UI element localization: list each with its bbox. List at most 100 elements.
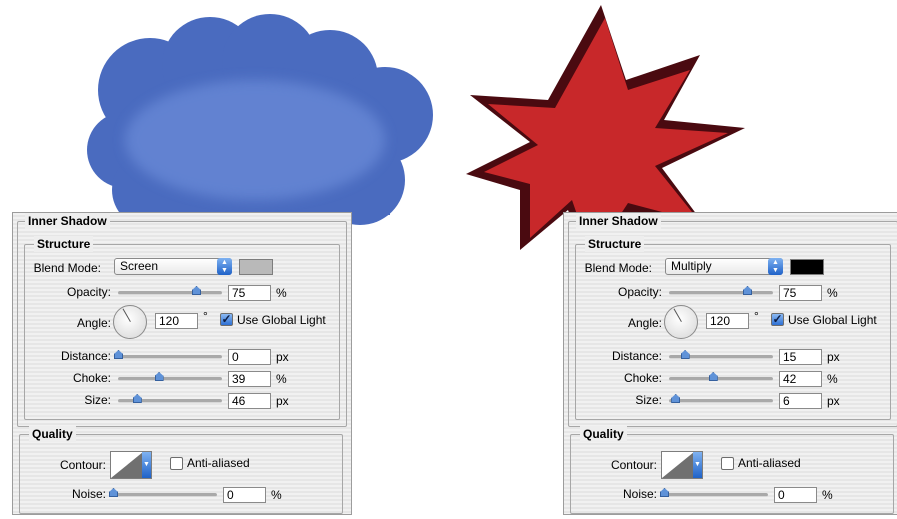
choke-label: Choke: [72, 371, 111, 385]
opacity-input[interactable]: 75 [228, 285, 271, 301]
anti-aliased-label: Anti-aliased [738, 456, 801, 470]
distance-input[interactable]: 0 [228, 349, 271, 365]
size-label: Size: [635, 393, 662, 407]
distance-unit: px [276, 350, 289, 364]
quality-group: Quality Contour: ▼ Anti-aliased Noise: 0… [570, 426, 897, 514]
anti-aliased-checkbox[interactable] [170, 457, 183, 470]
use-global-light-label: Use Global Light [237, 313, 326, 327]
structure-group: Structure Blend Mode: Multiply ▲ ▼ Opacit… [575, 236, 891, 420]
size-input[interactable]: 6 [779, 393, 822, 409]
size-input[interactable]: 46 [228, 393, 271, 409]
angle-label: Angle: [627, 316, 662, 330]
slider-thumb-icon[interactable] [132, 394, 142, 403]
shadow-color-swatch[interactable] [790, 259, 824, 275]
angle-unit: ° [754, 309, 759, 323]
size-slider[interactable] [118, 394, 222, 403]
inner-shadow-panel-right: Inner Shadow Structure Blend Mode: Multi… [563, 212, 897, 515]
slider-thumb-icon[interactable] [192, 286, 201, 295]
use-global-light-label: Use Global Light [788, 313, 877, 327]
blend-mode-value: Screen [120, 259, 159, 273]
quality-title: Quality [580, 426, 627, 442]
noise-unit: % [271, 488, 282, 502]
distance-label: Distance: [611, 349, 662, 363]
distance-input[interactable]: 15 [779, 349, 822, 365]
contour-label: Contour: [610, 458, 657, 472]
blend-mode-label: Blend Mode: [584, 261, 652, 275]
choke-input[interactable]: 42 [779, 371, 822, 387]
size-slider[interactable] [669, 394, 773, 403]
contour-row: Contour: ▼ Anti-aliased [571, 451, 897, 479]
contour-curve-icon [111, 452, 143, 478]
angle-unit: ° [203, 309, 208, 323]
choke-label: Choke: [623, 371, 662, 385]
chevron-updown-icon: ▲ ▼ [768, 258, 783, 275]
contour-label: Contour: [59, 458, 106, 472]
use-global-light-checkbox[interactable]: ✓ [220, 313, 233, 326]
distance-row: Distance: 15 px [576, 345, 897, 367]
anti-aliased-checkbox[interactable] [721, 457, 734, 470]
slider-thumb-icon[interactable] [114, 350, 123, 359]
opacity-unit: % [276, 286, 287, 300]
size-unit: px [276, 394, 289, 408]
choke-row: Choke: 42 % [576, 367, 897, 389]
slider-thumb-icon[interactable] [109, 488, 118, 497]
contour-picker[interactable]: ▼ [661, 451, 703, 479]
noise-unit: % [822, 488, 833, 502]
angle-row: Angle: 120 ° ✓ Use Global Light [576, 305, 897, 339]
opacity-row: Opacity: 75 % [576, 281, 897, 303]
slider-thumb-icon[interactable] [680, 350, 690, 359]
choke-row: Choke: 39 % [25, 367, 355, 389]
choke-slider[interactable] [669, 372, 773, 381]
size-label: Size: [84, 393, 111, 407]
structure-title: Structure [34, 236, 94, 252]
angle-input[interactable]: 120 [706, 313, 749, 329]
distance-label: Distance: [60, 349, 111, 363]
opacity-slider[interactable] [669, 286, 773, 295]
opacity-input[interactable]: 75 [779, 285, 822, 301]
noise-slider[interactable] [660, 488, 768, 497]
slider-thumb-icon[interactable] [154, 372, 164, 381]
opacity-slider[interactable] [118, 286, 222, 295]
angle-label: Angle: [76, 316, 111, 330]
blend-mode-select[interactable]: Screen ▲ ▼ [114, 258, 232, 275]
quality-group: Quality Contour: ▼ Anti-aliased Noise: 0… [19, 426, 343, 514]
distance-slider[interactable] [114, 350, 222, 359]
shadow-color-swatch[interactable] [239, 259, 273, 275]
noise-input[interactable]: 0 [223, 487, 266, 503]
structure-title: Structure [585, 236, 645, 252]
angle-dial-icon[interactable] [664, 305, 698, 339]
slider-thumb-icon[interactable] [708, 372, 718, 381]
slider-thumb-icon[interactable] [743, 286, 752, 295]
contour-picker[interactable]: ▼ [110, 451, 152, 479]
slider-thumb-icon[interactable] [660, 488, 669, 497]
opacity-row: Opacity: 75 % [25, 281, 355, 303]
slider-thumb-icon[interactable] [671, 394, 681, 403]
angle-dial-icon[interactable] [113, 305, 147, 339]
blend-mode-row: Blend Mode: Multiply ▲ ▼ [576, 257, 897, 279]
choke-unit: % [276, 372, 287, 386]
distance-row: Distance: 0 px [25, 345, 355, 367]
opacity-label: Opacity: [617, 285, 662, 299]
quality-title: Quality [29, 426, 76, 442]
size-unit: px [827, 394, 840, 408]
blend-mode-value: Multiply [671, 259, 712, 273]
use-global-light-checkbox[interactable]: ✓ [771, 313, 784, 326]
distance-slider[interactable] [669, 350, 773, 359]
noise-slider[interactable] [109, 488, 217, 497]
contour-row: Contour: ▼ Anti-aliased [20, 451, 350, 479]
angle-input[interactable]: 120 [155, 313, 198, 329]
distance-unit: px [827, 350, 840, 364]
contour-curve-icon [662, 452, 694, 478]
blend-mode-label: Blend Mode: [33, 261, 101, 275]
noise-input[interactable]: 0 [774, 487, 817, 503]
chevron-down-icon: ▼ [142, 452, 151, 478]
inner-shadow-group: Inner Shadow Structure Blend Mode: Scree… [17, 213, 347, 427]
blue-cloud-shape [87, 14, 433, 240]
blend-mode-select[interactable]: Multiply ▲ ▼ [665, 258, 783, 275]
inner-shadow-panel-left: Inner Shadow Structure Blend Mode: Scree… [12, 212, 352, 515]
size-row: Size: 6 px [576, 389, 897, 411]
choke-slider[interactable] [118, 372, 222, 381]
choke-input[interactable]: 39 [228, 371, 271, 387]
opacity-label: Opacity: [66, 285, 111, 299]
noise-label: Noise: [71, 487, 106, 501]
